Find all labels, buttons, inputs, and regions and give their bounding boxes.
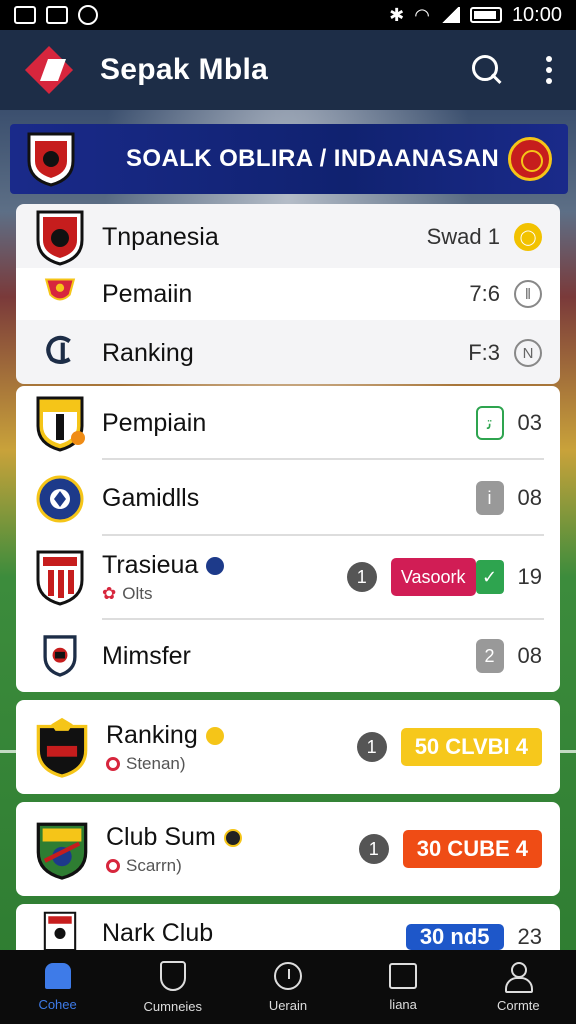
club-emblem-icon (508, 137, 552, 181)
team-crest-icon (36, 210, 84, 266)
status-icon: ǁ (514, 280, 542, 308)
location-icon (106, 756, 120, 771)
square-icon (389, 962, 418, 989)
team-crest-icon (36, 396, 85, 452)
list-item[interactable]: Pempiain ﺗ 03 (16, 388, 560, 458)
club-mini-icon (206, 556, 225, 575)
team-score: Swad 1 (426, 224, 500, 249)
nav-item-news[interactable]: liana (353, 962, 453, 1012)
team-crest-icon (36, 822, 88, 880)
check-icon[interactable]: ✓ (475, 560, 504, 594)
status-bar: ✱ ◠ 10:00 (0, 0, 576, 30)
team-name: Gamidlls (102, 483, 200, 512)
app-bar: Sepak Mbla (0, 30, 576, 110)
nav-label: liana (389, 996, 417, 1012)
image-notification-icon (14, 6, 36, 24)
nav-item-profile[interactable]: Cormte (468, 961, 568, 1013)
nav-item-home[interactable]: Cohee (8, 962, 108, 1012)
club-mini-icon (205, 726, 224, 745)
position-number: 1 (358, 834, 389, 864)
team-crest-icon (43, 911, 77, 950)
list-item[interactable]: Ranking F:3 N (16, 322, 560, 384)
position-number: 1 (346, 562, 377, 592)
search-icon[interactable] (472, 55, 502, 85)
team-score: 03 (517, 410, 542, 435)
gallery-notification-icon (46, 6, 68, 24)
clock-icon (273, 961, 302, 990)
status-icon: N (514, 339, 542, 367)
more-options-icon[interactable] (546, 56, 552, 84)
shield-icon (159, 960, 186, 991)
coin-icon: ◯ (514, 223, 542, 251)
bottom-navigation: Cohee Cumneies Uerain liana Cormte (0, 950, 576, 1024)
nav-item-competitions[interactable]: Cumneies (123, 960, 223, 1014)
team-name: Nark Club (102, 919, 214, 947)
user-icon (504, 961, 534, 993)
club-points-button[interactable]: 30 CUBE 4 (402, 830, 542, 868)
league-banner[interactable]: SOALK OBLIRA / INDAANASAN (10, 124, 568, 194)
team-crest-icon (27, 132, 75, 187)
battery-icon (469, 7, 502, 23)
status-badge: i (475, 481, 504, 515)
team-name: Ranking (102, 338, 194, 367)
team-subtitle: Scarrn) (106, 856, 242, 876)
team-name: Pempiain (102, 408, 207, 437)
team-crest-icon (36, 550, 84, 606)
team-name: Tnpanesia (102, 222, 219, 251)
team-score: 19 (517, 564, 542, 589)
status-badge: 2 (475, 639, 504, 673)
team-crest-icon (36, 475, 84, 523)
list-item[interactable]: Club Sum Scarrn) 1 30 CUBE 4 (16, 802, 560, 896)
team-score: F:3 (468, 340, 500, 365)
team-score: 08 (517, 485, 542, 510)
wifi-icon: ◠ (414, 4, 430, 25)
bluetooth-icon: ✱ (389, 4, 405, 25)
team-name: Club Sum (106, 823, 242, 852)
club-points-button[interactable]: 50 CLVBI 4 (400, 728, 542, 766)
list-item[interactable]: Tnpanesia Swad 1 ◯ (16, 206, 560, 268)
location-icon (106, 858, 120, 873)
team-name: Mimsfer (102, 641, 191, 670)
club-points-button[interactable]: 30 nd5 (405, 924, 504, 950)
team-crest-icon (36, 717, 88, 778)
app-notification-icon (78, 5, 98, 25)
banner-title: SOALK OBLIRA / INDAANASAN (126, 145, 500, 172)
team-name: Ranking (106, 721, 224, 750)
home-icon (44, 962, 71, 989)
team-score: 23 (517, 924, 542, 949)
list-item[interactable]: Trasieua ✿ Olts 1 Vasoork ✓ 19 (16, 536, 560, 618)
flag-icon: ✿ (102, 583, 117, 603)
club-mini-icon (223, 828, 242, 847)
list-item[interactable]: Ranking Stenan) 1 50 CLVBI 4 (16, 700, 560, 794)
status-time: 10:00 (511, 3, 562, 26)
status-badge: ﺗ (475, 406, 504, 440)
team-subtitle: ✿ Olts (102, 583, 153, 603)
position-number: 1 (356, 732, 387, 762)
team-crest-icon (43, 635, 77, 677)
signal-icon (439, 7, 460, 23)
nav-label: Cumneies (143, 998, 203, 1014)
team-name: Pemaiin (102, 279, 193, 308)
ranking-icon (46, 335, 71, 365)
nav-label: Cohee (38, 996, 77, 1012)
team-subtitle: Stenan) (106, 754, 224, 774)
list-item[interactable]: Nark Club 30 nd5 23 (16, 904, 560, 950)
list-item[interactable]: Gamidlls i 08 (16, 460, 560, 536)
team-name: Trasieua (102, 551, 225, 580)
team-crest-icon (44, 278, 76, 301)
list-item[interactable]: Pemaiin 7:6 ǁ (16, 268, 560, 320)
app-title: Sepak Mbla (100, 53, 269, 86)
team-score: 7:6 (469, 281, 500, 306)
nav-label: Uerain (268, 997, 308, 1013)
list-item[interactable]: Mimsfer 2 08 (16, 620, 560, 692)
nav-label: Cormte (497, 997, 540, 1013)
nav-item-schedule[interactable]: Uerain (238, 961, 338, 1013)
vote-button[interactable]: Vasoork (390, 558, 476, 596)
team-score: 08 (517, 643, 542, 668)
app-logo (24, 45, 74, 95)
